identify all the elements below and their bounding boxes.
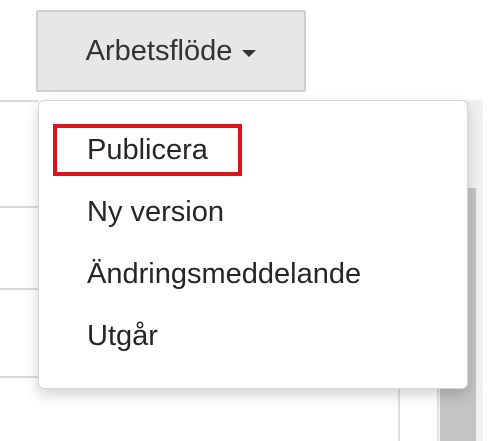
workflow-dropdown-button[interactable]: Arbetsflöde: [36, 10, 306, 92]
menu-item-label: Utgår: [87, 320, 158, 352]
caret-down-icon: [242, 49, 257, 57]
menu-item-ny-version[interactable]: Ny version: [39, 181, 467, 243]
background-divider: [0, 376, 38, 378]
background-divider: [0, 100, 38, 102]
menu-item-label: Ny version: [87, 196, 224, 228]
background-column-border: [398, 385, 400, 441]
workflow-dropdown-menu: Publicera Ny version Ändringsmeddelande …: [38, 100, 468, 389]
menu-item-andringsmeddelande[interactable]: Ändringsmeddelande: [39, 243, 467, 305]
background-divider: [0, 206, 38, 208]
background-divider: [0, 288, 38, 290]
workflow-button-label: Arbetsflöde: [85, 34, 233, 67]
menu-item-utgar[interactable]: Utgår: [39, 305, 467, 367]
workflow-screen: Arbetsflöde Publicera Ny version Ändring…: [0, 0, 489, 441]
menu-item-label: Publicera: [53, 124, 242, 176]
menu-item-publicera[interactable]: Publicera: [39, 119, 467, 181]
menu-item-label: Ändringsmeddelande: [87, 258, 362, 290]
